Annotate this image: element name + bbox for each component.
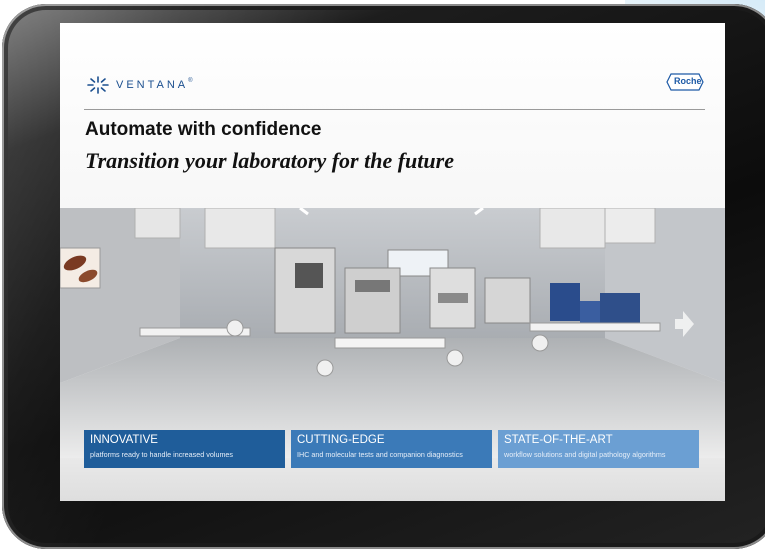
feature-title: STATE-OF-THE-ART xyxy=(504,434,613,446)
feature-title: INNOVATIVE xyxy=(90,434,158,446)
feature-subtitle: platforms ready to handle increased volu… xyxy=(90,450,234,459)
page-subtitle: Transition your laboratory for the futur… xyxy=(85,148,454,173)
lab-scene-image xyxy=(60,208,725,458)
feature-subtitle: workflow solutions and digital pathology… xyxy=(504,450,666,459)
feature-card-innovative[interactable]: INNOVATIVE platforms ready to handle inc… xyxy=(84,430,285,468)
ventana-logo-text: VENTANA xyxy=(116,79,189,91)
ventana-logo[interactable]: VENTANA ® xyxy=(86,76,193,94)
roche-logo-text: Roche xyxy=(674,76,702,86)
roche-logo[interactable]: Roche xyxy=(666,73,704,91)
header-divider xyxy=(84,109,705,110)
registered-mark: ® xyxy=(188,78,193,84)
feature-subtitle: IHC and molecular tests and companion di… xyxy=(297,450,463,459)
page-title: Automate with confidence xyxy=(85,119,322,140)
arrow-right-icon[interactable] xyxy=(672,309,696,339)
feature-card-state-of-the-art[interactable]: STATE-OF-THE-ART workflow solutions and … xyxy=(498,430,699,468)
feature-cards: INNOVATIVE platforms ready to handle inc… xyxy=(84,430,699,468)
ventana-star-icon xyxy=(87,76,109,94)
feature-title: CUTTING-EDGE xyxy=(297,434,385,446)
feature-card-cutting-edge[interactable]: CUTTING-EDGE IHC and molecular tests and… xyxy=(291,430,492,468)
page-header: VENTANA ® Roche Automate with confidence… xyxy=(60,23,725,208)
tablet-screen: VENTANA ® Roche Automate with confidence… xyxy=(60,23,725,501)
